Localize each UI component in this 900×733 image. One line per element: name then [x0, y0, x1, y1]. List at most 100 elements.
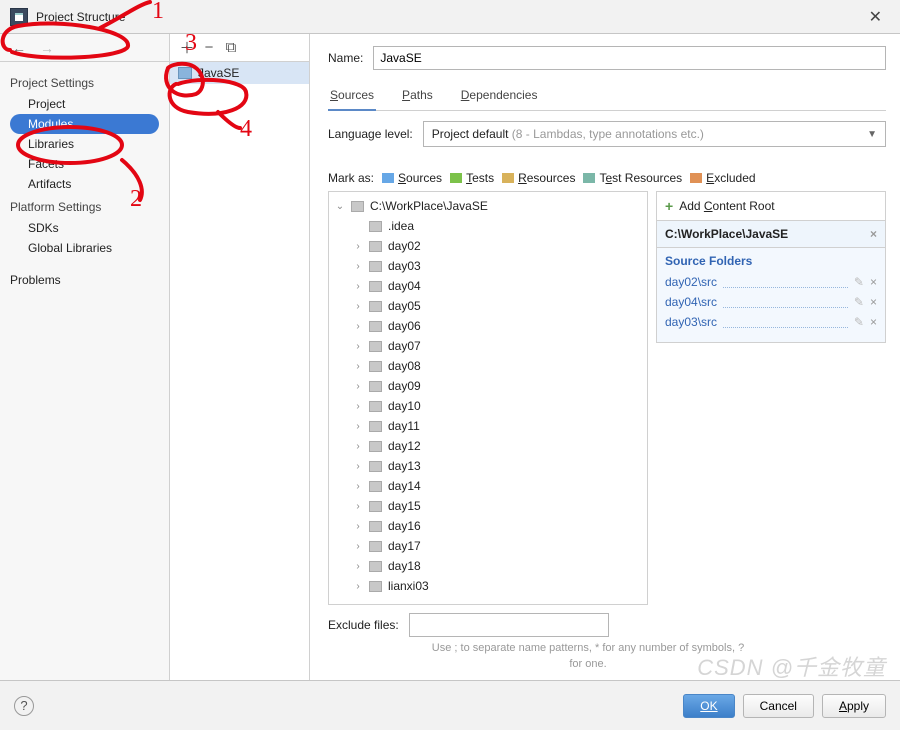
expand-icon[interactable]: ›: [353, 481, 363, 492]
content-tree[interactable]: ⌄ C:\WorkPlace\JavaSE .idea›day02›day03›…: [328, 191, 648, 605]
tree-row[interactable]: ›day16: [329, 516, 647, 536]
sidebar-item-facets[interactable]: Facets: [0, 154, 169, 174]
tree-root-label: C:\WorkPlace\JavaSE: [370, 199, 488, 213]
source-folder-item[interactable]: day04\src ✎ ×: [665, 292, 877, 312]
expand-icon[interactable]: ›: [353, 401, 363, 412]
tree-row[interactable]: ›day04: [329, 276, 647, 296]
sidebar-item-modules[interactable]: Modules: [10, 114, 159, 134]
tree-row[interactable]: ›lianxi03: [329, 576, 647, 596]
expand-icon[interactable]: ›: [353, 521, 363, 532]
expand-icon[interactable]: ›: [353, 361, 363, 372]
tree-row[interactable]: › day14: [329, 476, 647, 496]
tree-item-label: .idea: [388, 219, 414, 233]
sidebar-item-project[interactable]: Project: [0, 94, 169, 114]
copy-module-icon[interactable]: ⧉: [220, 37, 242, 59]
expand-icon[interactable]: ›: [353, 341, 363, 352]
mark-resources[interactable]: Resources: [502, 171, 575, 185]
mark-as-row: Mark as: Sources Tests Resources Test Re…: [328, 171, 886, 185]
sidebar-item-problems[interactable]: Problems: [0, 270, 169, 290]
tree-row[interactable]: .idea: [329, 216, 647, 236]
add-module-icon[interactable]: ＋: [176, 37, 198, 59]
content-root-path-row[interactable]: C:\WorkPlace\JavaSE ×: [656, 220, 886, 248]
tree-item-label: day14: [388, 479, 421, 493]
source-folder-label: day04\src: [665, 295, 717, 309]
resources-swatch-icon: [502, 173, 514, 183]
mark-test-resources[interactable]: Test Resources: [583, 171, 682, 185]
edit-icon[interactable]: ✎: [854, 315, 864, 329]
mark-tests[interactable]: Tests: [450, 171, 494, 185]
edit-icon[interactable]: ✎: [854, 295, 864, 309]
tree-row[interactable]: ›day02: [329, 236, 647, 256]
name-input[interactable]: [373, 46, 886, 70]
remove-module-icon[interactable]: −: [198, 37, 220, 59]
edit-icon[interactable]: ✎: [854, 275, 864, 289]
plus-icon: +: [665, 198, 673, 214]
expand-icon[interactable]: ›: [353, 261, 363, 272]
tree-row[interactable]: ›day11: [329, 416, 647, 436]
remove-icon[interactable]: ×: [870, 275, 877, 289]
expand-icon[interactable]: ›: [353, 281, 363, 292]
folder-icon: [369, 241, 382, 252]
exclude-files-input[interactable]: [409, 613, 609, 637]
expand-icon[interactable]: ›: [353, 301, 363, 312]
expand-icon[interactable]: ›: [353, 581, 363, 592]
nav-forward-icon[interactable]: →: [36, 38, 58, 58]
cancel-button[interactable]: Cancel: [743, 694, 814, 718]
add-content-root[interactable]: + Add Content Root: [656, 191, 886, 220]
folder-icon: [369, 441, 382, 452]
ok-button[interactable]: OK: [683, 694, 734, 718]
tree-row[interactable]: ›day12: [329, 436, 647, 456]
expand-icon[interactable]: ›: [353, 561, 363, 572]
app-icon: [10, 8, 28, 26]
tree-item-label: day03: [388, 259, 421, 273]
tree-row[interactable]: ›day18: [329, 556, 647, 576]
tab-sources[interactable]: Sources: [328, 82, 376, 110]
expand-icon[interactable]: ›: [353, 381, 363, 392]
sidebar-item-artifacts[interactable]: Artifacts: [0, 174, 169, 194]
collapse-icon[interactable]: ⌄: [335, 201, 345, 212]
mark-excluded[interactable]: Excluded: [690, 171, 755, 185]
tree-item-label: day17: [388, 539, 421, 553]
tree-row[interactable]: ›day08: [329, 356, 647, 376]
tree-row[interactable]: ›day05: [329, 296, 647, 316]
language-level-label: Language level:: [328, 127, 413, 141]
nav-back-icon[interactable]: ←: [8, 38, 30, 58]
apply-button[interactable]: Apply: [822, 694, 886, 718]
tree-row[interactable]: ›day10: [329, 396, 647, 416]
folder-icon: [369, 281, 382, 292]
tab-paths[interactable]: Paths: [400, 82, 435, 110]
sidebar-item-sdks[interactable]: SDKs: [0, 218, 169, 238]
remove-icon[interactable]: ×: [870, 315, 877, 329]
mark-sources[interactable]: Sources: [382, 171, 442, 185]
language-level-select[interactable]: Project default (8 - Lambdas, type annot…: [423, 121, 886, 147]
expand-icon[interactable]: ›: [353, 441, 363, 452]
expand-icon[interactable]: ›: [353, 321, 363, 332]
remove-root-icon[interactable]: ×: [870, 227, 877, 241]
expand-icon[interactable]: [353, 221, 363, 232]
tree-row[interactable]: ›day06: [329, 316, 647, 336]
tab-dependencies[interactable]: Dependencies: [459, 82, 540, 110]
expand-icon[interactable]: ›: [353, 541, 363, 552]
expand-icon[interactable]: ›: [353, 461, 363, 472]
tree-row[interactable]: ›day15: [329, 496, 647, 516]
source-folder-item[interactable]: day02\src✎×: [665, 272, 877, 292]
content-root-panel: + Add Content Root C:\WorkPlace\JavaSE ×…: [656, 191, 886, 605]
tests-swatch-icon: [450, 173, 462, 183]
expand-icon[interactable]: ›: [353, 501, 363, 512]
tree-row[interactable]: ›day09: [329, 376, 647, 396]
expand-icon[interactable]: ›: [353, 241, 363, 252]
tree-root-row[interactable]: ⌄ C:\WorkPlace\JavaSE: [329, 196, 647, 216]
tree-row[interactable]: › day03: [329, 256, 647, 276]
expand-icon[interactable]: ›: [353, 421, 363, 432]
sidebar-item-libraries[interactable]: Libraries: [0, 134, 169, 154]
tree-row[interactable]: › day17: [329, 536, 647, 556]
help-icon[interactable]: ?: [14, 696, 34, 716]
close-icon[interactable]: ✕: [861, 3, 890, 31]
remove-icon[interactable]: ×: [870, 295, 877, 309]
sidebar-item-global-libraries[interactable]: Global Libraries: [0, 238, 169, 258]
tree-row[interactable]: ›day13: [329, 456, 647, 476]
module-item-javase[interactable]: JavaSE: [170, 62, 309, 84]
tree-row[interactable]: ›day07: [329, 336, 647, 356]
tab-bar: Sources Paths Dependencies: [328, 82, 886, 111]
source-folder-item[interactable]: day03\src✎×: [665, 312, 877, 332]
